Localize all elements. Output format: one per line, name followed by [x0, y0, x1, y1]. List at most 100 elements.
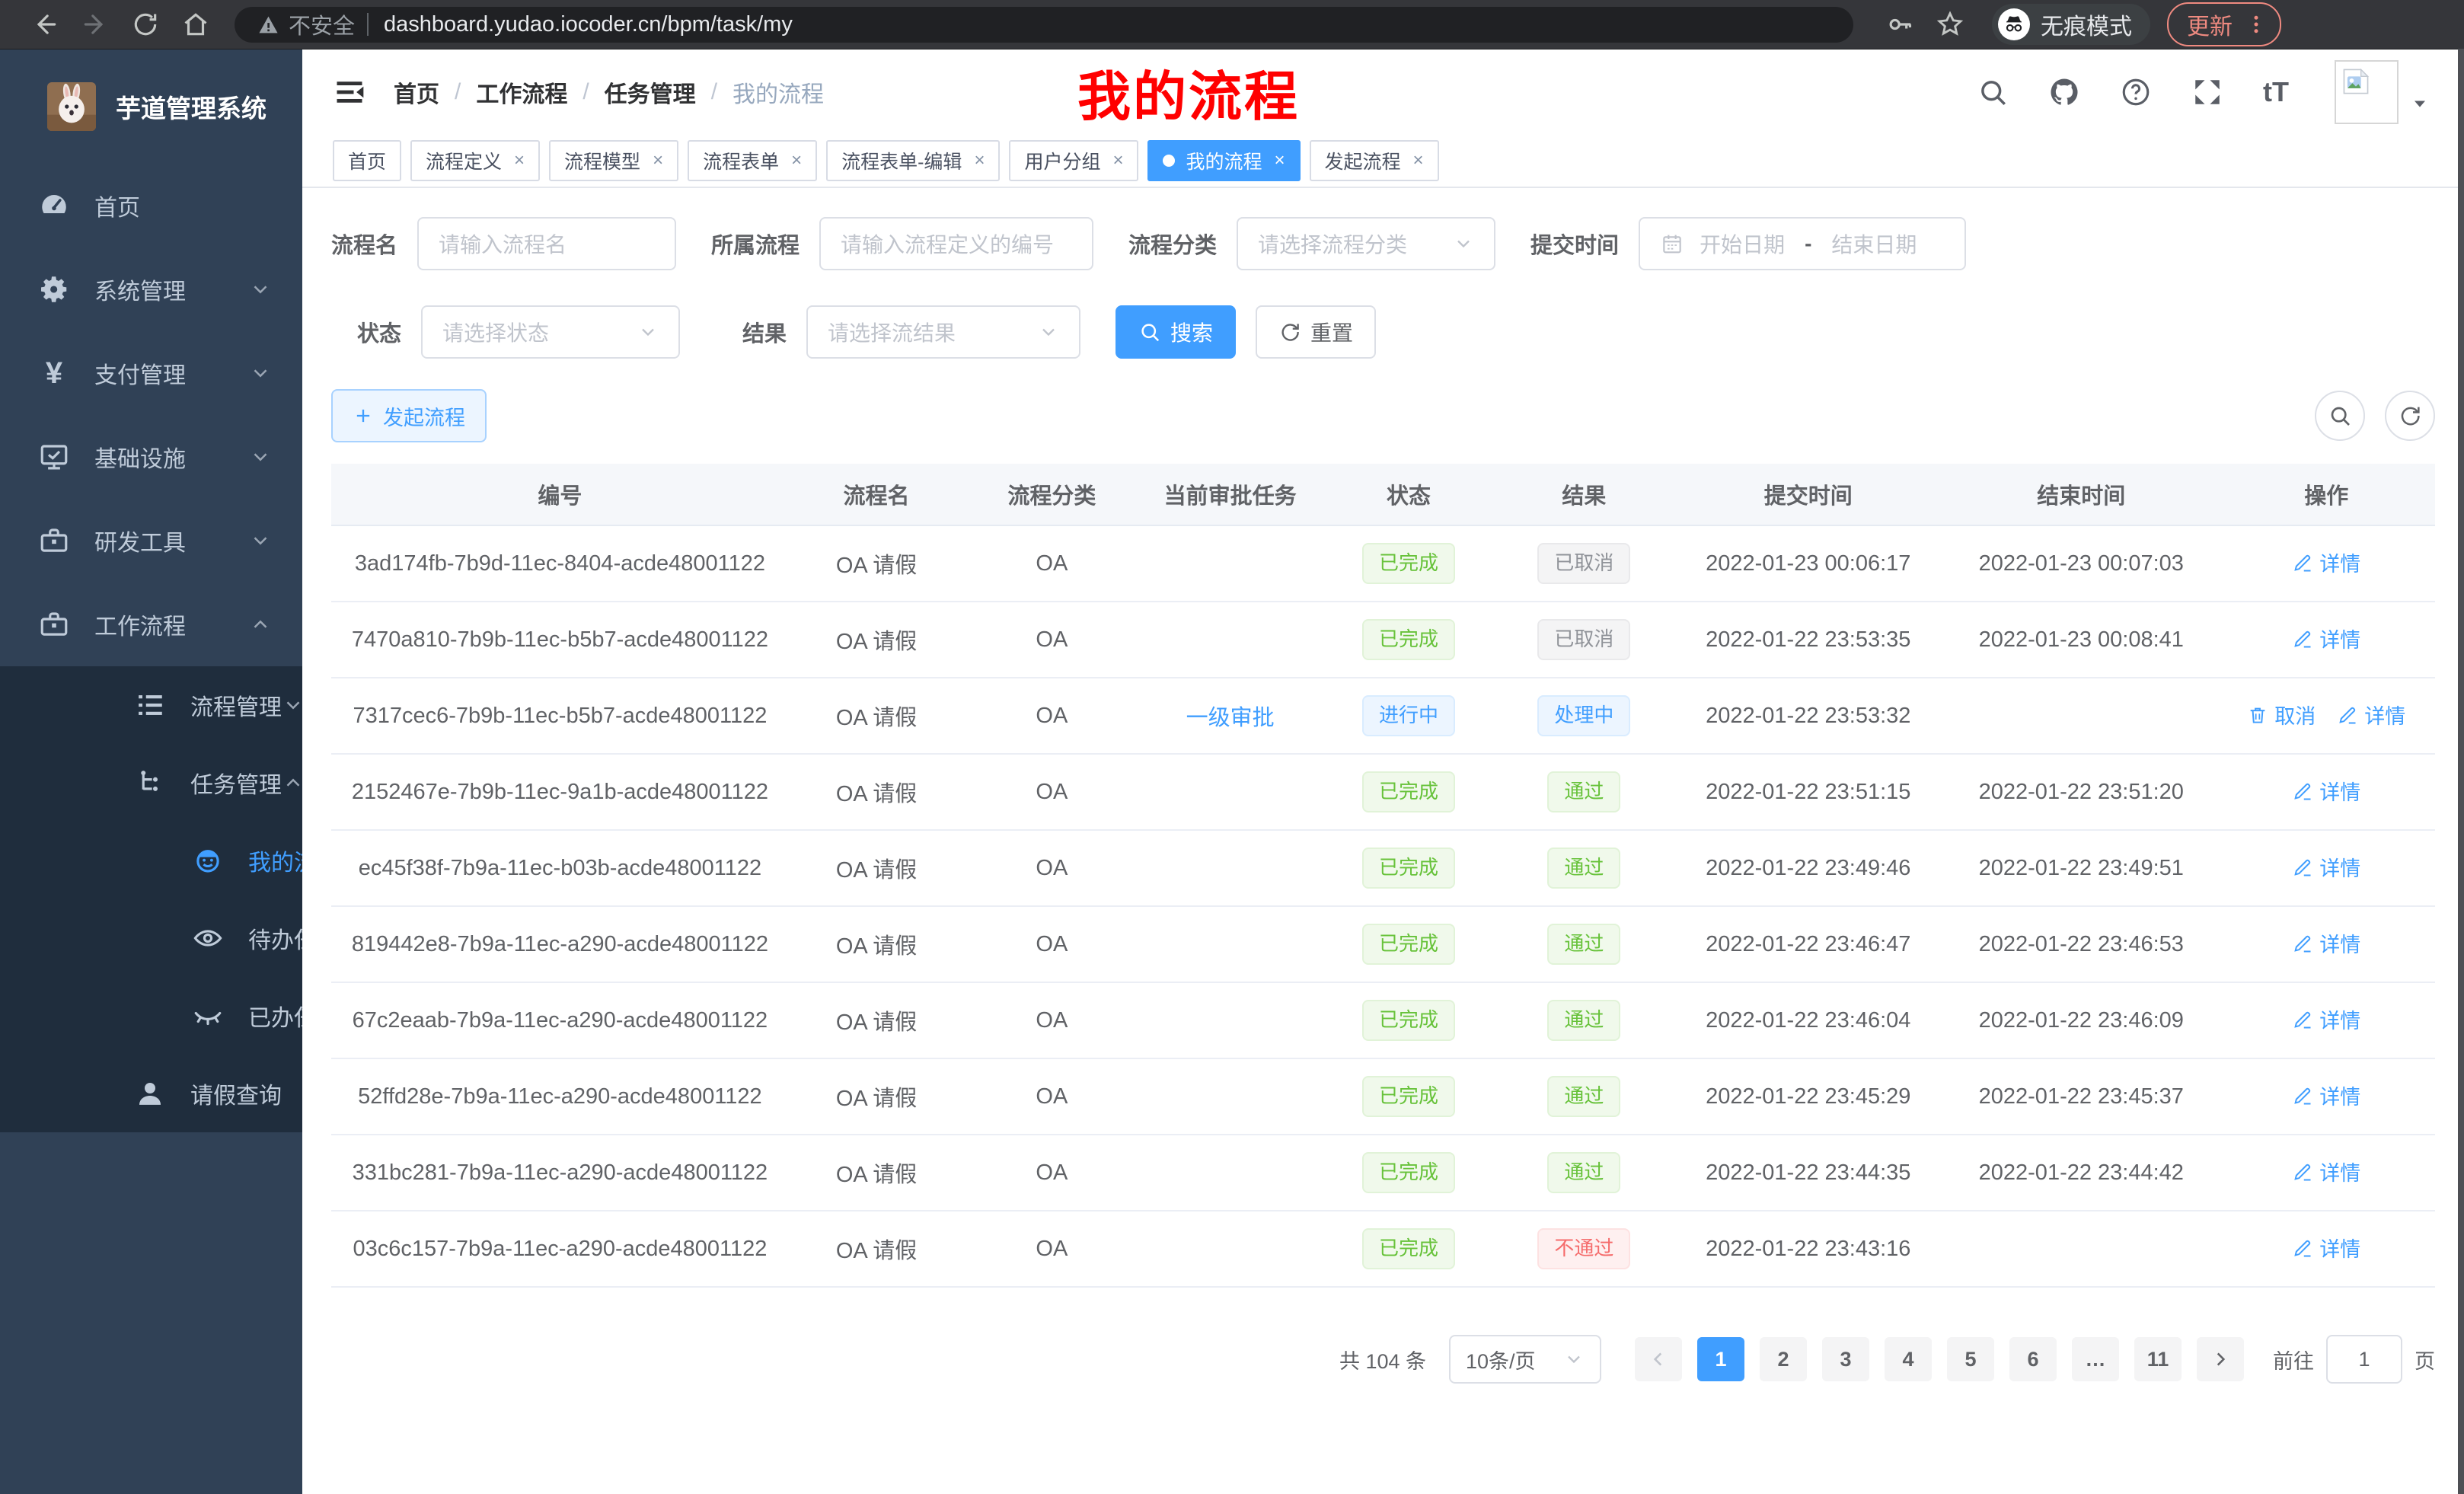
current-task-link[interactable]: 一级审批 — [1186, 706, 1275, 730]
tab-0[interactable]: 首页 — [333, 140, 401, 181]
font-size-icon[interactable]: tT — [2263, 76, 2295, 108]
cell-result: 通过 — [1496, 906, 1671, 982]
page-button-11[interactable]: 11 — [2134, 1337, 2182, 1381]
address-bar[interactable]: 不安全 dashboard.yudao.iocoder.cn/bpm/task/… — [235, 7, 1853, 43]
tab-3[interactable]: 流程表单× — [688, 140, 817, 181]
close-tab-icon[interactable]: × — [1112, 152, 1123, 170]
detail-action-link[interactable]: 详情 — [2292, 547, 2360, 577]
chevron-down-icon — [1563, 1349, 1585, 1370]
detail-action-link[interactable]: 详情 — [2292, 852, 2360, 882]
pen-icon — [2292, 933, 2313, 954]
close-tab-icon[interactable]: × — [1413, 152, 1424, 170]
forward-icon[interactable] — [81, 10, 110, 39]
window-scrollbar[interactable] — [2458, 49, 2464, 1494]
help-icon[interactable] — [2120, 76, 2152, 108]
reload-icon[interactable] — [131, 10, 160, 39]
create-process-button[interactable]: 发起流程 — [331, 389, 487, 442]
sidebar-item-3[interactable]: 基础设施 — [0, 415, 302, 499]
back-icon[interactable] — [30, 10, 59, 39]
action-label: 详情 — [2319, 624, 2360, 653]
sidebar-item-8[interactable]: 我的流程 — [0, 822, 302, 899]
close-tab-icon[interactable]: × — [974, 152, 985, 170]
bookmark-star-icon[interactable] — [1936, 10, 1964, 39]
detail-action-link[interactable]: 详情 — [2337, 700, 2405, 729]
process-name-input[interactable]: 请输入流程名 — [417, 217, 676, 270]
sidebar-item-6[interactable]: 流程管理 — [0, 666, 302, 744]
process-category-select[interactable]: 请选择流程分类 — [1237, 217, 1495, 270]
breadcrumb-item[interactable]: 任务管理 — [605, 75, 696, 109]
detail-action-link[interactable]: 详情 — [2292, 1157, 2360, 1186]
cancel-action-link[interactable]: 取消 — [2247, 700, 2316, 729]
close-tab-icon[interactable]: × — [1275, 152, 1285, 170]
next-page-button[interactable] — [2197, 1337, 2244, 1381]
detail-action-link[interactable]: 详情 — [2292, 624, 2360, 653]
tab-2[interactable]: 流程模型× — [549, 140, 678, 181]
page-button-4[interactable]: 4 — [1885, 1337, 1932, 1381]
primary-badge: 处理中 — [1537, 695, 1630, 736]
tab-1[interactable]: 流程定义 × — [410, 140, 540, 181]
page-button-5[interactable]: 5 — [1947, 1337, 1994, 1381]
tab-6[interactable]: 我的流程× — [1147, 140, 1300, 181]
sidebar-item-5[interactable]: 工作流程 — [0, 583, 302, 666]
tab-5[interactable]: 用户分组 × — [1009, 140, 1138, 181]
update-button[interactable]: 更新 — [2167, 2, 2281, 46]
page-size-select[interactable]: 10条/页 — [1449, 1335, 1601, 1384]
date-range-picker[interactable]: 开始日期 - 结束日期 — [1639, 217, 1966, 270]
sidebar-item-7[interactable]: 任务管理 — [0, 744, 302, 822]
url-text: dashboard.yudao.iocoder.cn/bpm/task/my — [384, 12, 793, 37]
sidebar-item-2[interactable]: ¥支付管理 — [0, 331, 302, 415]
page-button-3[interactable]: 3 — [1822, 1337, 1869, 1381]
breadcrumb-item[interactable]: 工作流程 — [476, 75, 567, 109]
avatar[interactable] — [2335, 60, 2399, 124]
prev-page-button[interactable] — [1635, 1337, 1682, 1381]
sidebar-item-4[interactable]: 研发工具 — [0, 499, 302, 583]
search-icon[interactable] — [1977, 76, 2009, 108]
menu-dots-icon[interactable] — [2245, 13, 2268, 36]
cell-result: 通过 — [1496, 754, 1671, 830]
detail-action-link[interactable]: 详情 — [2292, 1233, 2360, 1263]
detail-action-link[interactable]: 详情 — [2292, 1081, 2360, 1110]
page-button-1[interactable]: 1 — [1697, 1337, 1744, 1381]
cell-process-name: OA 请假 — [789, 1135, 964, 1211]
github-icon[interactable] — [2048, 76, 2080, 108]
sidebar-item-0[interactable]: 首页 — [0, 164, 302, 247]
page-button-6[interactable]: 6 — [2009, 1337, 2057, 1381]
search-button[interactable]: 搜索 — [1116, 305, 1236, 359]
page-ellipsis[interactable]: … — [2072, 1337, 2119, 1381]
page-button-2[interactable]: 2 — [1760, 1337, 1807, 1381]
home-icon[interactable] — [181, 10, 210, 39]
breadcrumb-item[interactable]: 首页 — [394, 75, 439, 109]
avatar-caret-icon[interactable] — [2409, 93, 2430, 114]
sidebar-item-1[interactable]: 系统管理 — [0, 247, 302, 331]
sidebar-item-label: 研发工具 — [94, 524, 249, 557]
info-badge: 已取消 — [1537, 619, 1630, 659]
tab-label: 用户分组 — [1024, 147, 1100, 174]
detail-action-link[interactable]: 详情 — [2292, 928, 2360, 958]
tab-7[interactable]: 发起流程× — [1310, 140, 1439, 181]
close-tab-icon[interactable]: × — [791, 152, 802, 170]
cell-current-task — [1140, 1135, 1321, 1211]
sidebar-item-11[interactable]: 请假查询 — [0, 1055, 302, 1132]
goto-page-input[interactable]: 1 — [2326, 1335, 2402, 1384]
tab-label: 流程定义 — [426, 147, 502, 174]
detail-action-link[interactable]: 详情 — [2292, 776, 2360, 806]
password-key-icon[interactable] — [1885, 10, 1914, 39]
total-count: 共 104 条 — [1339, 1345, 1426, 1374]
status-select[interactable]: 请选择状态 — [421, 305, 680, 359]
reset-button[interactable]: 重置 — [1256, 305, 1376, 359]
tab-4[interactable]: 流程表单-编辑× — [826, 140, 1000, 181]
refresh-table-button[interactable] — [2385, 391, 2435, 441]
close-tab-icon[interactable]: × — [514, 152, 525, 170]
close-tab-icon[interactable]: × — [653, 152, 663, 170]
page-size-value: 10条/页 — [1466, 1345, 1536, 1374]
sidebar-item-10[interactable]: 已办任务 — [0, 977, 302, 1055]
result-select[interactable]: 请选择流结果 — [806, 305, 1080, 359]
gear-icon — [38, 273, 70, 305]
cell-end-time: 2022-01-22 23:45:37 — [1945, 1058, 2218, 1135]
sidebar-item-9[interactable]: 待办任务 — [0, 899, 302, 977]
sidebar-collapse-icon[interactable] — [333, 75, 366, 109]
process-definition-input[interactable]: 请输入流程定义的编号 — [819, 217, 1093, 270]
show-search-button[interactable] — [2315, 391, 2365, 441]
fullscreen-icon[interactable] — [2191, 76, 2223, 108]
detail-action-link[interactable]: 详情 — [2292, 1004, 2360, 1034]
